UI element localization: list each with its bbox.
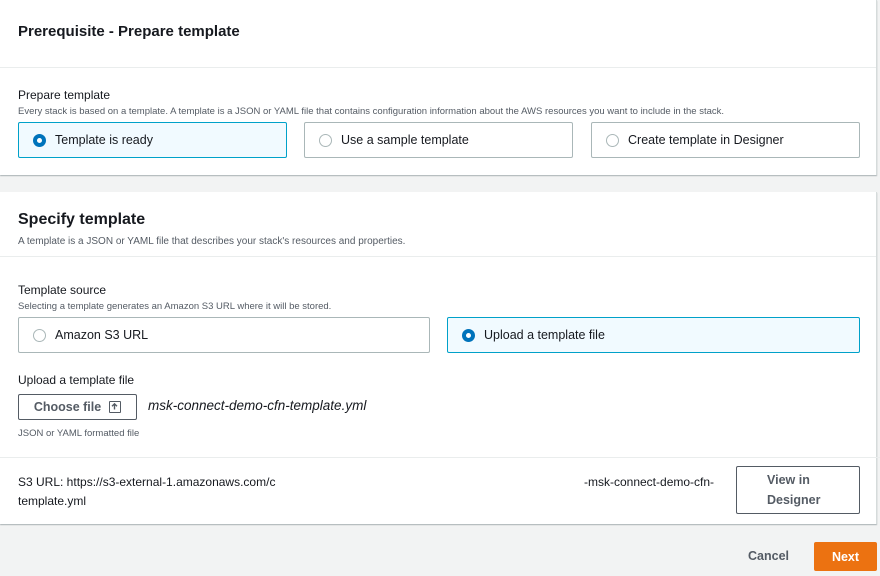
- panel-description: A template is a JSON or YAML file that d…: [18, 236, 406, 247]
- choose-file-label: Choose file: [33, 400, 102, 414]
- option-template-is-ready[interactable]: Template is ready: [18, 122, 287, 158]
- view-in-designer-button[interactable]: View in Designer: [736, 466, 860, 514]
- option-label: Template is ready: [55, 133, 153, 147]
- panel-title: Specify template: [18, 211, 146, 228]
- s3-url-text-end: template.yml: [18, 494, 87, 508]
- option-label: Upload a template file: [484, 328, 605, 342]
- option-label: Create template in Designer: [628, 133, 784, 147]
- option-label: Amazon S3 URL: [55, 328, 149, 342]
- template-source-description: Selecting a template generates an Amazon…: [18, 301, 332, 312]
- option-create-template-in-designer[interactable]: Create template in Designer: [591, 122, 860, 158]
- cancel-button[interactable]: Cancel: [748, 549, 789, 563]
- option-use-sample-template[interactable]: Use a sample template: [304, 122, 573, 158]
- option-upload-template-file[interactable]: Upload a template file: [447, 317, 860, 353]
- option-label: Use a sample template: [341, 133, 469, 147]
- specify-template-header: Specify template A template is a JSON or…: [0, 192, 876, 257]
- next-button[interactable]: Next: [814, 542, 877, 571]
- prepare-template-description: Every stack is based on a template. A te…: [18, 106, 725, 117]
- prepare-template-label: Prepare template: [18, 88, 111, 102]
- panel-title: Prerequisite - Prepare template: [18, 23, 240, 40]
- template-source-label: Template source: [18, 283, 107, 297]
- selected-file-name: msk-connect-demo-cfn-template.yml: [148, 398, 367, 413]
- upload-icon: [109, 401, 122, 413]
- radio-unselected-icon: [319, 133, 332, 147]
- radio-selected-icon: [33, 133, 46, 147]
- prepare-template-panel: Prerequisite - Prepare template Prepare …: [0, 0, 877, 175]
- radio-unselected-icon: [606, 133, 619, 147]
- radio-unselected-icon: [33, 328, 46, 342]
- radio-selected-icon: [462, 328, 475, 342]
- file-format-hint: JSON or YAML formatted file: [18, 428, 140, 439]
- upload-template-label: Upload a template file: [18, 373, 135, 387]
- choose-file-button[interactable]: Choose file: [18, 394, 137, 420]
- prepare-template-header: Prerequisite - Prepare template: [0, 0, 876, 68]
- option-amazon-s3-url[interactable]: Amazon S3 URL: [18, 317, 430, 353]
- divider: [0, 457, 880, 458]
- s3-url-text-continued: -msk-connect-demo-cfn-: [584, 475, 715, 489]
- s3-url-text: S3 URL: https://s3-external-1.amazonaws.…: [18, 475, 276, 489]
